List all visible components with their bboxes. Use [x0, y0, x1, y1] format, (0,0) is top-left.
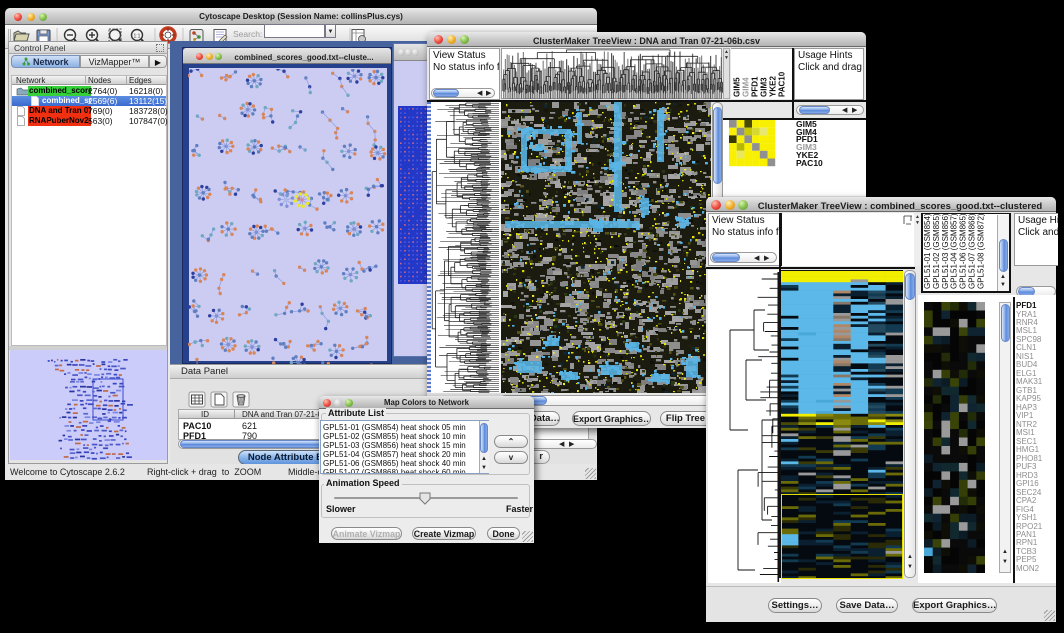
svg-text:PAC10: PAC10 — [778, 71, 787, 97]
svg-text:GIM5: GIM5 — [733, 77, 742, 97]
svg-text:GIM4: GIM4 — [742, 77, 751, 97]
svg-text:GPL51-06 (GSM865): GPL51-06 (GSM865) — [959, 213, 968, 289]
svg-text:GPL51-03 (GSM856): GPL51-03 (GSM856) — [941, 213, 950, 289]
svg-text:GPL51-04 (GSM857): GPL51-04 (GSM857) — [950, 213, 959, 289]
svg-text:YKE2: YKE2 — [769, 76, 778, 97]
svg-text:GPL51-02 (GSM855): GPL51-02 (GSM855) — [932, 213, 941, 289]
svg-text:GPL51-08 (GSM872): GPL51-08 (GSM872) — [976, 213, 985, 289]
svg-text:GPL51-07 (GSM868): GPL51-07 (GSM868) — [968, 213, 977, 289]
svg-text:1:1: 1:1 — [134, 34, 141, 40]
svg-text:GPL51-01 (GSM854): GPL51-01 (GSM854) — [923, 213, 932, 289]
svg-text:PFD1: PFD1 — [751, 76, 760, 97]
svg-text:GIM3: GIM3 — [760, 77, 769, 97]
